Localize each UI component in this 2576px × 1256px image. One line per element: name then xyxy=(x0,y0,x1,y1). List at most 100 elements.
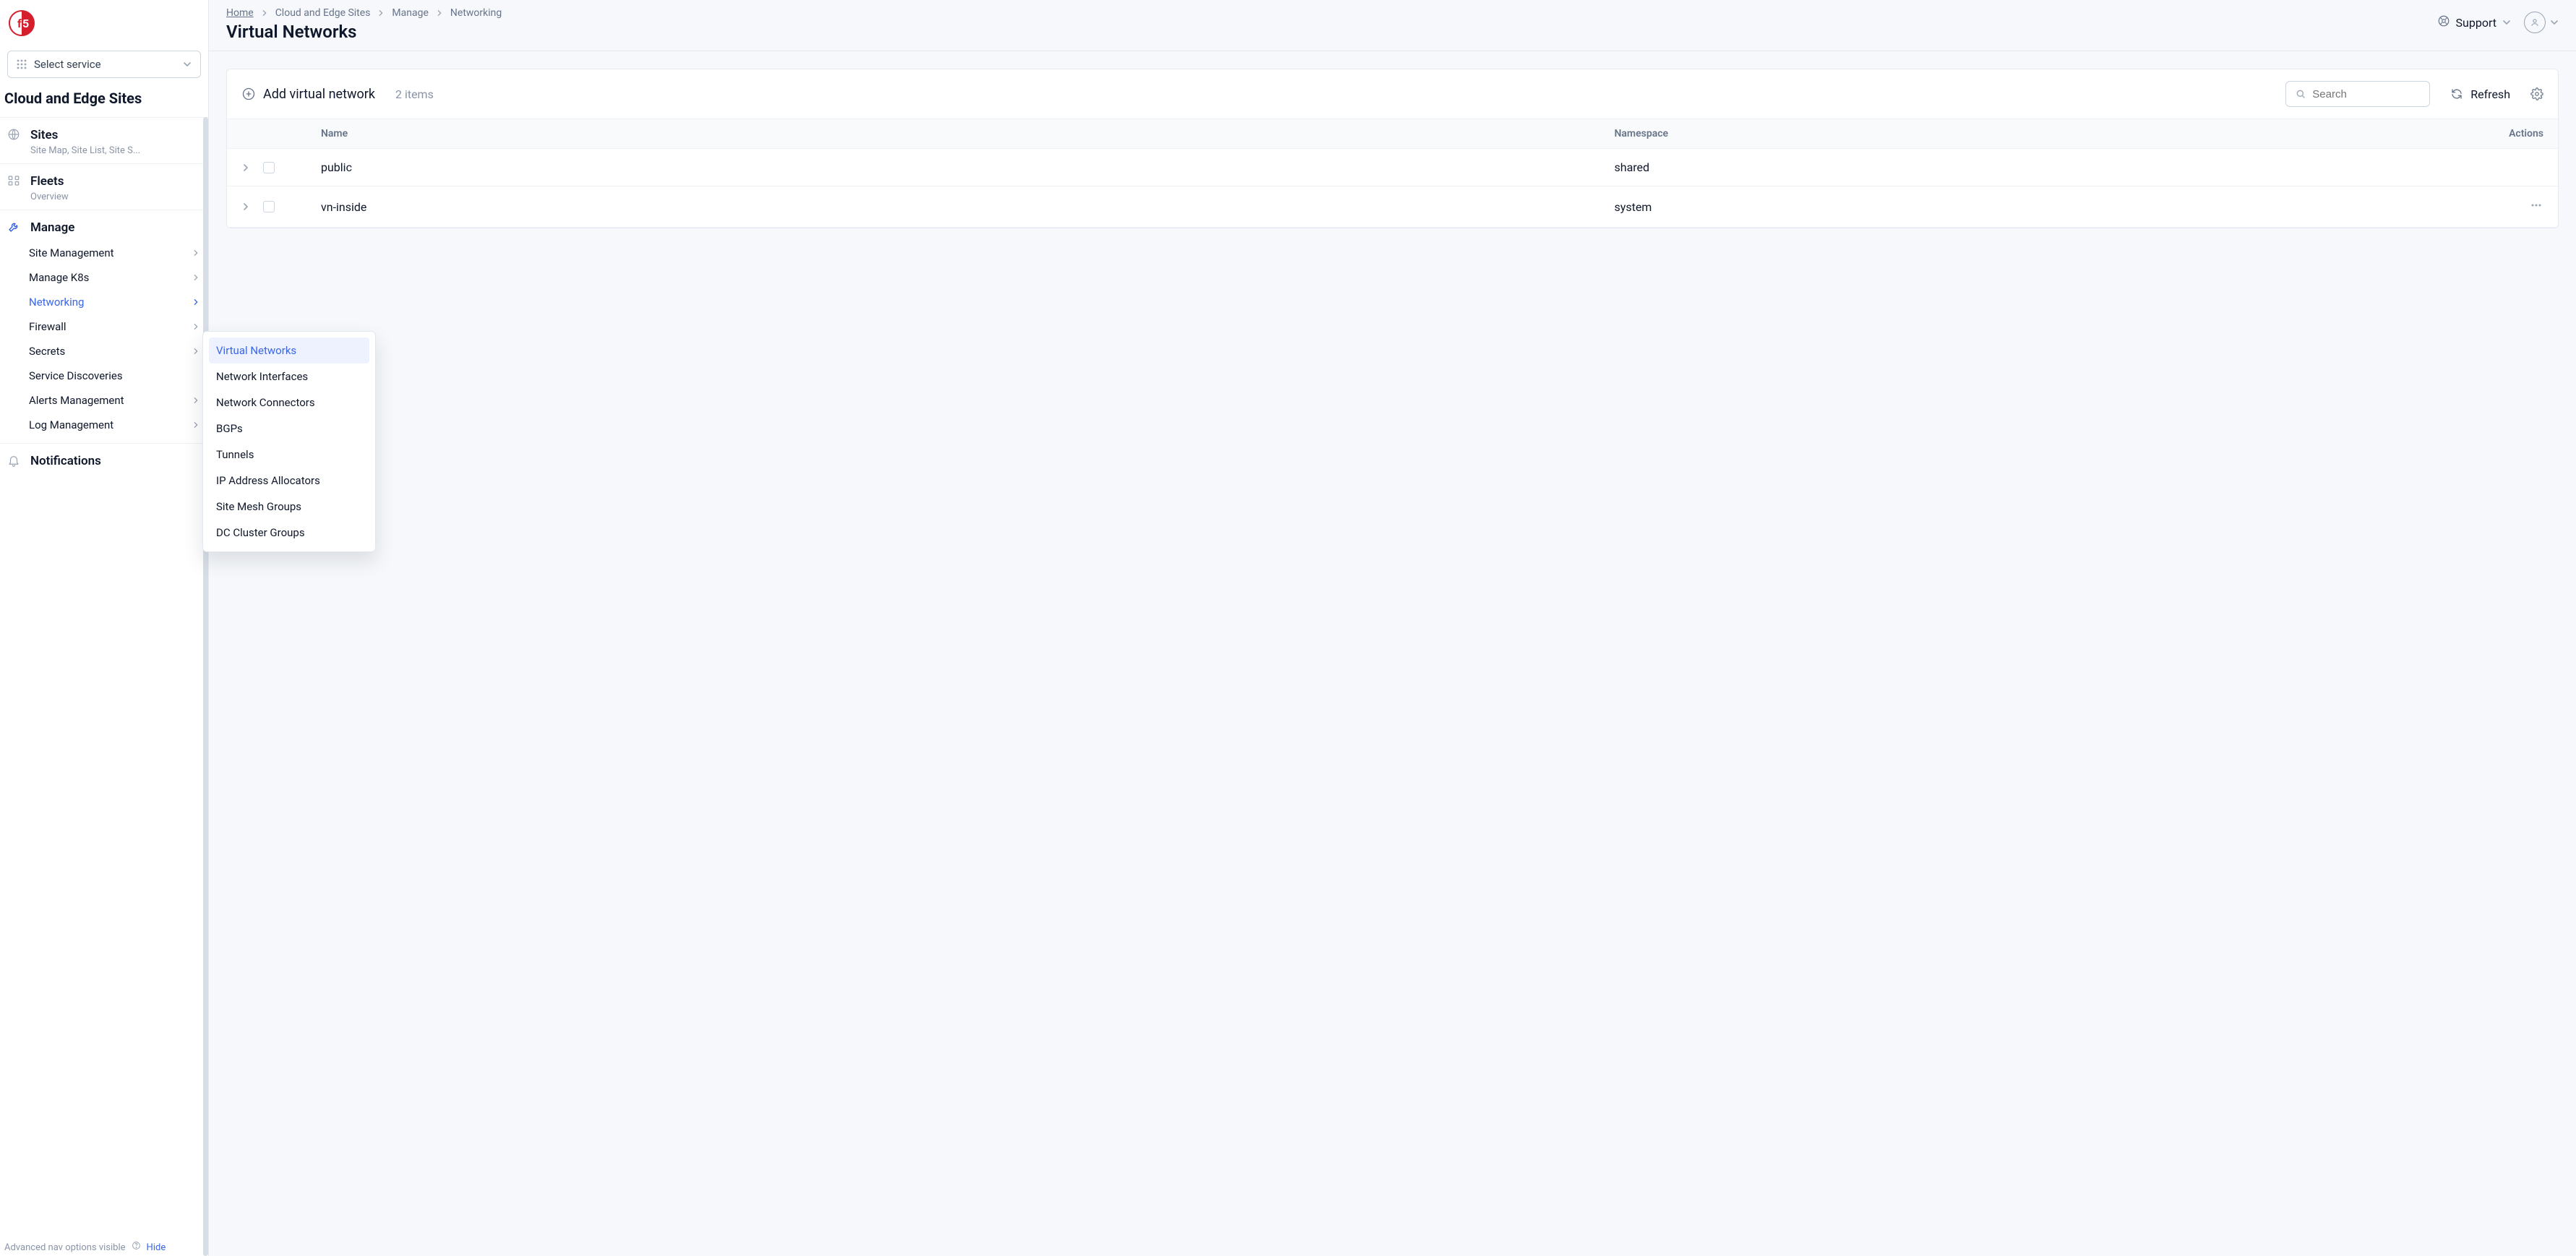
breadcrumb-link[interactable]: Networking xyxy=(450,7,502,19)
chevron-right-icon xyxy=(192,298,199,306)
grip-icon xyxy=(17,59,27,69)
nav-item-label: Alerts Management xyxy=(29,394,124,407)
chevron-right-icon xyxy=(192,421,199,429)
refresh-icon xyxy=(2450,87,2463,100)
chevron-right-icon xyxy=(436,9,443,17)
help-icon[interactable] xyxy=(132,1241,141,1250)
support-label: Support xyxy=(2456,16,2496,30)
add-virtual-network-button[interactable]: Add virtual network xyxy=(241,87,375,102)
chevron-right-icon xyxy=(261,9,268,17)
breadcrumb: Home Cloud and Edge Sites Manage Networking xyxy=(226,7,502,19)
nav-manage-title: Manage xyxy=(30,220,74,235)
breadcrumb-link[interactable]: Manage xyxy=(392,7,428,19)
svg-text:f: f xyxy=(17,17,22,30)
app-title: Cloud and Edge Sites xyxy=(0,88,208,117)
adv-nav-text: Advanced nav options visible xyxy=(4,1242,126,1253)
col-header-actions: Actions xyxy=(2486,119,2558,149)
wrench-icon xyxy=(7,220,22,233)
chevron-down-icon xyxy=(183,60,192,69)
globe-icon xyxy=(7,128,22,141)
nav-manage-item[interactable]: Service Discoveries xyxy=(0,364,208,388)
service-picker[interactable]: Select service xyxy=(7,51,201,78)
nav-sites[interactable]: Sites Site Map, Site List, Site S... xyxy=(0,125,208,158)
search-icon xyxy=(2295,88,2306,100)
nav-fleets-title: Fleets xyxy=(30,174,160,189)
breadcrumb-link[interactable]: Cloud and Edge Sites xyxy=(275,7,371,19)
add-button-label: Add virtual network xyxy=(263,87,375,102)
chevron-right-icon xyxy=(192,397,199,404)
search-input[interactable] xyxy=(2312,88,2421,100)
nav-manage-item[interactable]: Firewall xyxy=(0,314,208,339)
support-icon xyxy=(2437,14,2450,30)
flyout-item[interactable]: Network Interfaces xyxy=(209,364,369,390)
flyout-item[interactable]: IP Address Allocators xyxy=(209,468,369,494)
cell-name[interactable]: vn-inside xyxy=(306,186,1600,228)
table-row: publicshared xyxy=(227,149,2558,186)
nav-fleets[interactable]: Fleets Overview xyxy=(0,171,208,204)
plus-circle-icon xyxy=(241,87,256,101)
flyout-item[interactable]: Tunnels xyxy=(209,442,369,468)
flyout-item[interactable]: DC Cluster Groups xyxy=(209,520,369,546)
support-menu[interactable]: Support xyxy=(2437,14,2511,30)
chevron-down-icon xyxy=(2550,18,2559,27)
flyout-item[interactable]: Network Connectors xyxy=(209,390,369,416)
settings-button[interactable] xyxy=(2530,87,2543,100)
row-checkbox[interactable] xyxy=(263,162,275,173)
nav-item-label: Manage K8s xyxy=(29,271,89,284)
nav-manage-item[interactable]: Manage K8s xyxy=(0,265,208,290)
flyout-item[interactable]: Site Mesh Groups xyxy=(209,494,369,520)
nav-manage-item[interactable]: Networking xyxy=(0,290,208,314)
row-expander[interactable] xyxy=(241,202,250,211)
nav-manage-item[interactable]: Log Management xyxy=(0,413,208,437)
user-icon xyxy=(2524,12,2546,33)
cell-namespace: system xyxy=(1600,186,2486,228)
brand-logo: f 5 xyxy=(9,10,35,36)
cell-namespace: shared xyxy=(1600,149,2486,186)
chevron-down-icon xyxy=(2502,18,2511,27)
nav-item-label: Service Discoveries xyxy=(29,369,123,382)
row-actions-button[interactable] xyxy=(2529,198,2543,212)
nav-item-label: Firewall xyxy=(29,320,66,333)
refresh-label: Refresh xyxy=(2470,87,2510,101)
bell-icon xyxy=(7,454,22,467)
adv-nav-hide-link[interactable]: Hide xyxy=(147,1242,166,1253)
nav-manage-item[interactable]: Site Management xyxy=(0,241,208,265)
item-count: 2 items xyxy=(395,87,434,101)
svg-text:5: 5 xyxy=(22,17,29,30)
nav-sites-subtitle: Site Map, Site List, Site S... xyxy=(30,145,160,156)
nav-sites-title: Sites xyxy=(30,128,160,142)
nav-item-label: Site Management xyxy=(29,246,114,259)
col-header-name[interactable]: Name xyxy=(306,119,1600,149)
chevron-right-icon xyxy=(377,9,385,17)
nav-notifications[interactable]: Notifications xyxy=(0,451,208,470)
nav-manage[interactable]: Manage xyxy=(0,218,208,236)
topbar: Home Cloud and Edge Sites Manage Networking… xyxy=(209,0,2576,51)
fleets-icon xyxy=(7,174,22,187)
chevron-right-icon xyxy=(192,249,199,257)
virtual-networks-card: Add virtual network 2 items xyxy=(226,69,2559,228)
table-row: vn-insidesystem xyxy=(227,186,2558,228)
flyout-item[interactable]: BGPs xyxy=(209,416,369,442)
breadcrumb-link[interactable]: Home xyxy=(226,7,254,19)
nav-notifications-title: Notifications xyxy=(30,454,101,468)
chevron-right-icon xyxy=(192,323,199,330)
flyout-item[interactable]: Virtual Networks xyxy=(209,337,369,364)
search-field[interactable] xyxy=(2285,81,2430,107)
row-checkbox[interactable] xyxy=(263,201,275,212)
nav-item-label: Secrets xyxy=(29,345,65,358)
refresh-button[interactable]: Refresh xyxy=(2450,87,2510,101)
row-expander[interactable] xyxy=(241,163,250,172)
chevron-right-icon xyxy=(192,274,199,281)
nav-manage-item[interactable]: Secrets xyxy=(0,339,208,364)
nav-item-label: Log Management xyxy=(29,418,113,431)
page-title: Virtual Networks xyxy=(226,22,502,42)
chevron-right-icon xyxy=(192,348,199,355)
nav-manage-item[interactable]: Alerts Management xyxy=(0,388,208,413)
cell-name[interactable]: public xyxy=(306,149,1600,186)
networking-flyout: Virtual NetworksNetwork InterfacesNetwor… xyxy=(202,331,376,552)
user-menu[interactable] xyxy=(2524,12,2559,33)
service-picker-label: Select service xyxy=(34,58,176,71)
virtual-networks-table: Name Namespace Actions publicsharedvn-in… xyxy=(227,119,2558,228)
col-header-namespace[interactable]: Namespace xyxy=(1600,119,2486,149)
sidebar: f 5 Select service Cloud and Edge Sites xyxy=(0,0,209,1256)
